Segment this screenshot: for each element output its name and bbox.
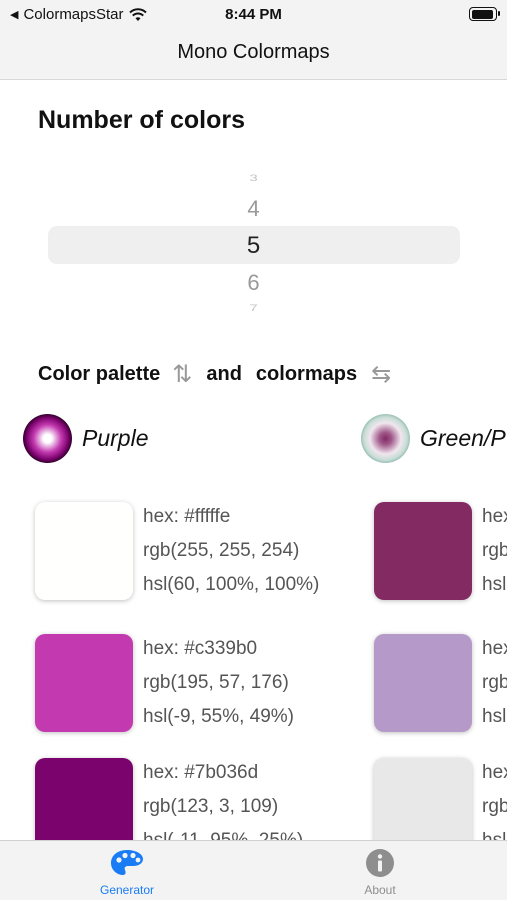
tab-generator[interactable]: Generator <box>67 848 187 897</box>
picker-option-selected[interactable]: 5 <box>0 232 507 260</box>
swap-horizontal-icon[interactable]: ⇆ <box>371 360 391 389</box>
status-bar: ◀ ColormapsStar 8:44 PM <box>0 0 507 28</box>
top-bar: ◀ ColormapsStar 8:44 PM Mono Colormaps <box>0 0 507 80</box>
rgb-value: rgb(195, 57, 176) <box>143 672 289 693</box>
color-info: hex: #c339b0 rgb(195, 57, 176) hsl(-9, 5… <box>143 632 294 734</box>
color-palette-label: Color palette <box>38 363 161 385</box>
picker-option[interactable]: 7 <box>0 303 507 313</box>
status-time: 8:44 PM <box>225 6 282 23</box>
color-info: hex rgb hsl <box>482 632 507 734</box>
rgb-value: rgb(123, 3, 109) <box>143 796 279 817</box>
hsl-value: hsl(60, 100%, 100%) <box>143 574 320 595</box>
palette-icon <box>111 850 143 875</box>
rgb-value: rgb(255, 255, 254) <box>143 540 300 561</box>
and-label: and <box>206 363 242 385</box>
purple-colormap-disc-icon <box>23 414 72 463</box>
rgb-value: rgb <box>482 796 507 817</box>
colormap-name: Green/P <box>420 425 506 451</box>
rgb-value: rgb <box>482 540 507 561</box>
colormap-header-green-purple[interactable]: Green/P <box>361 414 507 463</box>
color-swatch[interactable] <box>35 634 133 732</box>
picker-option[interactable]: 6 <box>0 270 507 296</box>
battery-icon <box>469 7 500 21</box>
number-picker[interactable]: 3 4 5 6 7 <box>0 160 507 325</box>
picker-option[interactable]: 4 <box>0 196 507 222</box>
color-info: hex: #fffffe rgb(255, 255, 254) hsl(60, … <box>143 500 319 602</box>
nav-title: Mono Colormaps <box>177 41 330 63</box>
colormap-header-purple[interactable]: Purple <box>23 414 148 463</box>
hex-value: hex: #7b036d <box>143 762 259 783</box>
colormaps-label: colormaps <box>255 363 358 385</box>
hex-value: hex <box>482 762 507 783</box>
hsl-value: hsl <box>482 706 507 727</box>
hex-value: hex <box>482 638 507 659</box>
picker-option[interactable]: 3 <box>0 173 507 183</box>
tab-about[interactable]: About <box>320 848 440 897</box>
colormap-name: Purple <box>82 425 149 451</box>
hex-value: hex: #fffffe <box>143 506 231 527</box>
hex-value: hex <box>482 506 507 527</box>
tab-bar: Generator About <box>0 840 507 900</box>
hex-value: hex: #c339b0 <box>143 638 258 659</box>
number-of-colors-title: Number of colors <box>38 106 245 134</box>
info-icon <box>366 849 394 877</box>
rgb-value: rgb <box>482 672 507 693</box>
color-swatch[interactable] <box>35 502 133 600</box>
tab-label: About <box>364 883 396 897</box>
green-purple-colormap-disc-icon <box>361 414 410 463</box>
palette-controls: Color palette ⇅ and colormaps ⇆ <box>38 360 391 389</box>
tab-label: Generator <box>99 883 155 897</box>
color-swatch[interactable] <box>374 502 472 600</box>
color-swatch[interactable] <box>374 634 472 732</box>
color-info: hex rgb hsl <box>482 500 507 602</box>
hsl-value: hsl(-9, 55%, 49%) <box>143 706 295 727</box>
sort-vertical-icon[interactable]: ⇅ <box>172 360 192 389</box>
hsl-value: hsl <box>482 574 507 595</box>
